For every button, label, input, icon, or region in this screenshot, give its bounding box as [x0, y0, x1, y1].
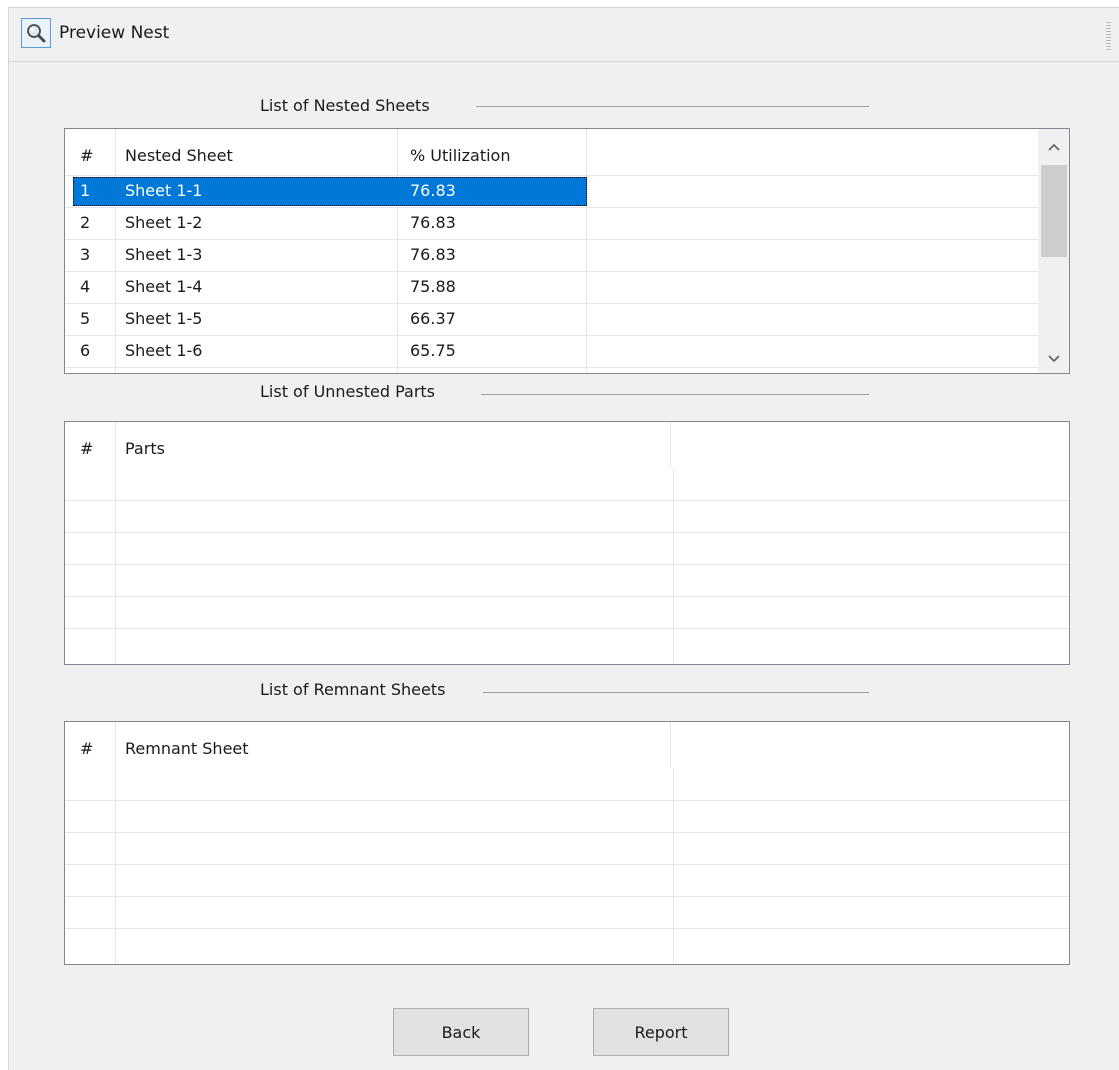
row-4-number[interactable]: 4 — [80, 277, 90, 296]
row-6-utilization[interactable]: 65.75 — [410, 341, 456, 360]
row-divider — [65, 928, 1069, 929]
title-bar: Preview Nest — [9, 8, 1119, 62]
resize-grip[interactable] — [1106, 22, 1111, 50]
col-divider — [397, 129, 398, 373]
remnant-sheets-label: List of Remnant Sheets — [260, 680, 446, 699]
row-3-sheet[interactable]: Sheet 1-3 — [125, 245, 202, 264]
row-divider — [65, 564, 1069, 565]
unnested-parts-label: List of Unnested Parts — [260, 382, 436, 401]
preview-nest-window: Preview Nest List of Nested Sheets # Nes… — [8, 7, 1119, 1070]
row-divider — [65, 303, 1069, 304]
col-divider — [673, 768, 674, 964]
column-header-nested-sheet[interactable]: Nested Sheet — [125, 146, 233, 165]
column-header-utilization[interactable]: % Utilization — [410, 146, 510, 165]
column-header-number[interactable]: # — [80, 146, 93, 165]
col-divider — [586, 129, 587, 373]
row-6-number[interactable]: 6 — [80, 341, 90, 360]
row-3-utilization[interactable]: 76.83 — [410, 245, 456, 264]
col-divider — [115, 129, 116, 373]
nested-sheets-table[interactable]: # Nested Sheet % Utilization 1 Sheet 1-1… — [64, 128, 1070, 374]
unnested-parts-divider — [481, 394, 869, 395]
row-1-sheet[interactable]: Sheet 1-1 — [125, 181, 202, 200]
header-divider — [65, 175, 1069, 176]
back-button[interactable]: Back — [393, 1008, 529, 1056]
row-3-number[interactable]: 3 — [80, 245, 90, 264]
col-divider — [673, 468, 674, 664]
row-divider — [65, 628, 1069, 629]
row-divider — [65, 207, 1069, 208]
scroll-up-icon[interactable] — [1039, 137, 1069, 157]
row-4-sheet[interactable]: Sheet 1-4 — [125, 277, 202, 296]
remnant-sheets-divider — [483, 692, 869, 693]
row-divider — [65, 896, 1069, 897]
nested-sheets-divider — [476, 106, 869, 107]
row-divider — [65, 864, 1069, 865]
remnant-sheets-table[interactable]: # Remnant Sheet — [64, 721, 1070, 965]
scrollbar-thumb[interactable] — [1041, 165, 1067, 257]
column-header-number[interactable]: # — [80, 739, 93, 758]
window-title: Preview Nest — [59, 23, 170, 43]
row-divider — [65, 239, 1069, 240]
row-divider — [65, 367, 1069, 368]
column-header-remnant-sheet[interactable]: Remnant Sheet — [125, 739, 249, 758]
row-divider — [65, 800, 1069, 801]
row-2-utilization[interactable]: 76.83 — [410, 213, 456, 232]
column-header-parts[interactable]: Parts — [125, 439, 165, 458]
row-4-utilization[interactable]: 75.88 — [410, 277, 456, 296]
report-button[interactable]: Report — [593, 1008, 729, 1056]
row-2-number[interactable]: 2 — [80, 213, 90, 232]
row-divider — [65, 500, 1069, 501]
nested-sheets-label: List of Nested Sheets — [260, 96, 430, 115]
row-5-sheet[interactable]: Sheet 1-5 — [125, 309, 202, 328]
col-divider — [670, 722, 671, 768]
row-divider — [65, 596, 1069, 597]
row-1-utilization[interactable]: 76.83 — [410, 181, 456, 200]
magnifier-icon — [21, 18, 51, 48]
row-1-number[interactable]: 1 — [80, 181, 90, 200]
row-5-utilization[interactable]: 66.37 — [410, 309, 456, 328]
row-6-sheet[interactable]: Sheet 1-6 — [125, 341, 202, 360]
row-divider — [65, 271, 1069, 272]
column-header-number[interactable]: # — [80, 439, 93, 458]
col-divider — [670, 422, 671, 468]
vertical-scrollbar[interactable] — [1038, 129, 1069, 373]
row-divider — [65, 832, 1069, 833]
unnested-parts-table[interactable]: # Parts — [64, 421, 1070, 665]
row-2-sheet[interactable]: Sheet 1-2 — [125, 213, 202, 232]
scroll-down-icon[interactable] — [1039, 349, 1069, 369]
row-divider — [65, 335, 1069, 336]
row-5-number[interactable]: 5 — [80, 309, 90, 328]
row-divider — [65, 532, 1069, 533]
